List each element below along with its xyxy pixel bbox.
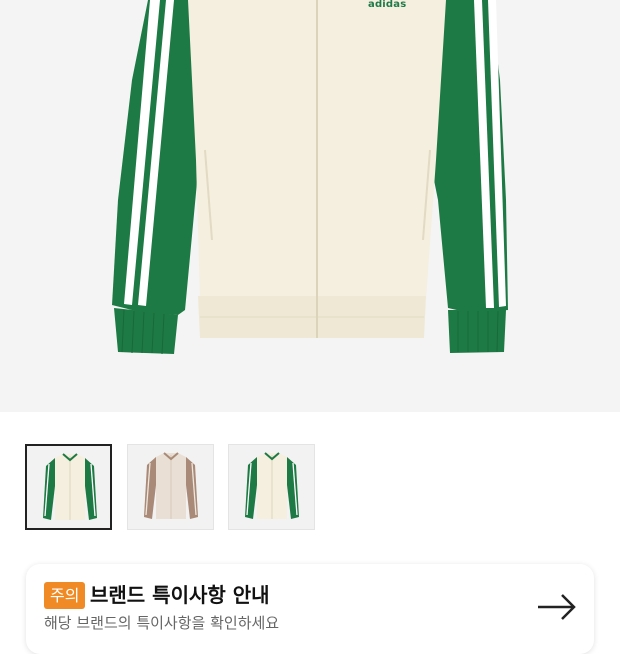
brand-notice-card[interactable]: 주의 브랜드 특이사항 안내 해당 브랜드의 특이사항을 확인하세요 [26, 564, 594, 654]
thumbnail-green-cream[interactable] [25, 444, 112, 530]
caution-badge: 주의 [44, 582, 86, 609]
arrow-right-icon[interactable] [536, 592, 578, 622]
thumbnail-strip [0, 412, 620, 552]
notice-subtitle: 해당 브랜드의 특이사항을 확인하세요 [44, 614, 280, 632]
brand-print: adidas [368, 0, 407, 10]
notice-title: 브랜드 특이사항 안내 [90, 583, 270, 607]
jacket-thumbnail-icon [144, 452, 198, 519]
jacket-thumbnail-icon [245, 452, 299, 519]
thumbnail-beige-brown[interactable] [127, 444, 214, 530]
jacket-thumbnail-icon [43, 453, 97, 520]
jacket-illustration [112, 0, 508, 355]
thumbnail-green-cream-alt[interactable] [228, 444, 315, 530]
product-main-image[interactable]: adidas [0, 0, 620, 412]
